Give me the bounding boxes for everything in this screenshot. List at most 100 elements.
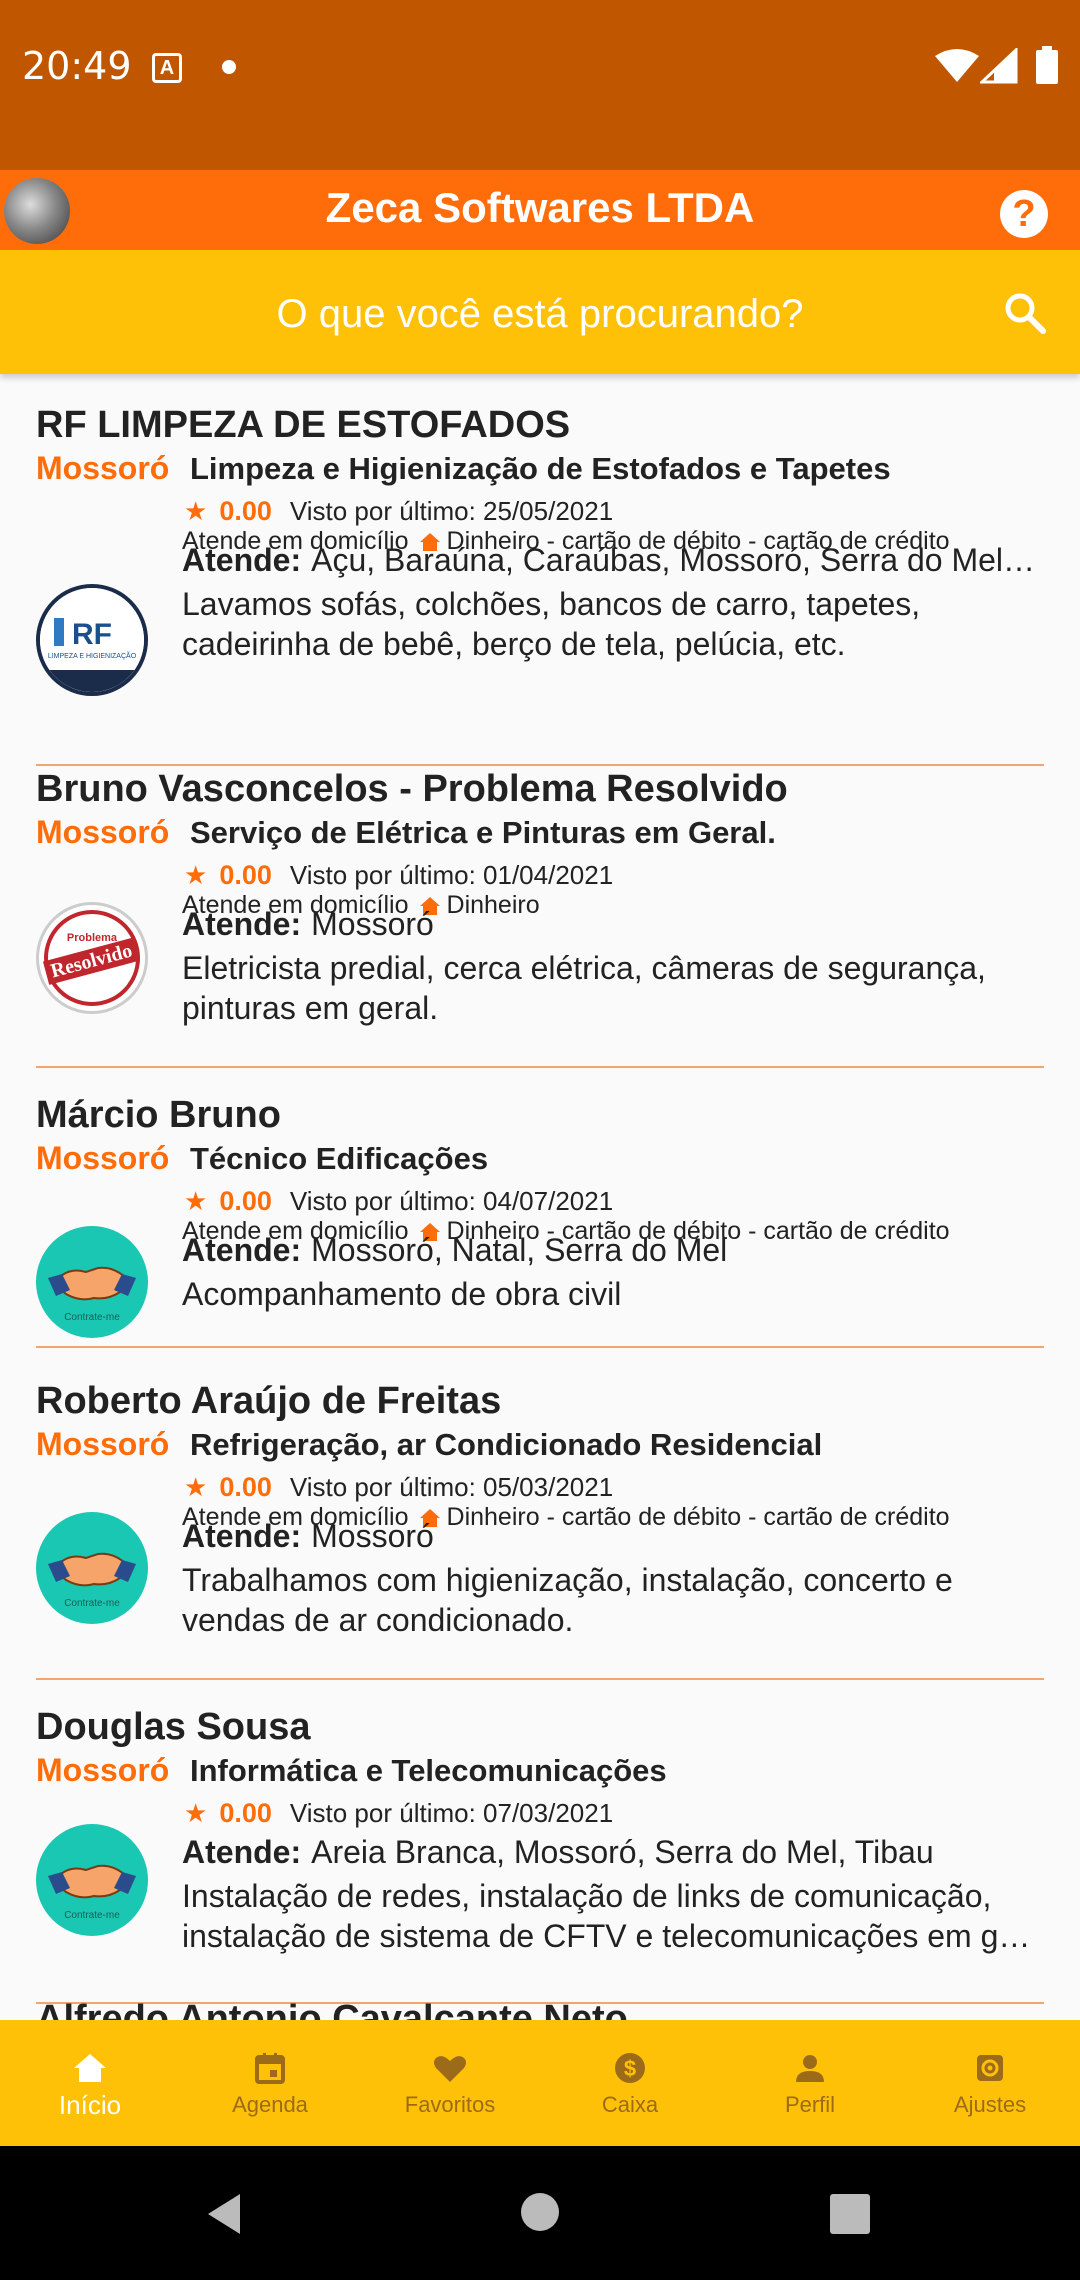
rating-row: ★ 0.00 Visto por último: 25/05/2021	[184, 496, 613, 526]
list-item[interactable]: Roberto Araújo de Freitas Mossoró Refrig…	[36, 1380, 1044, 1680]
provider-logo: RF LIMPEZA E HIGIENIZAÇÃO	[36, 584, 148, 696]
service-area-value: Areia Branca, Mossoró, Serra do Mel, Tib…	[311, 1834, 934, 1870]
notification-dot-icon	[222, 60, 236, 74]
star-icon: ★	[184, 860, 208, 890]
provider-name-partial[interactable]: Alfredo Antonio Cavalcante Neto	[36, 1998, 628, 2020]
heart-icon	[434, 2056, 466, 2082]
provider-description-line-1: Instalação de redes, instalação de links…	[182, 1878, 992, 1914]
status-bar: 20:49 A	[0, 0, 1080, 170]
last-seen: Visto por último: 05/03/2021	[289, 1472, 614, 1502]
nav-caixa[interactable]: $ Caixa	[540, 2020, 720, 2146]
star-icon: ★	[184, 1472, 208, 1502]
svg-text:Contrate-me: Contrate-me	[64, 1910, 120, 1921]
provider-description-line-2: instalação de sistema de CFTV e telecomu…	[182, 1918, 1042, 1954]
service-area: Atende: Mossoró	[182, 906, 1042, 943]
nav-perfil[interactable]: Perfil	[720, 2020, 900, 2146]
provider-city: Mossoró	[36, 450, 170, 486]
svg-text:LIMPEZA E HIGIENIZAÇÃO: LIMPEZA E HIGIENIZAÇÃO	[48, 651, 137, 660]
provider-category: Informática e Telecomunicações	[190, 1753, 667, 1788]
provider-list[interactable]: RF LIMPEZA DE ESTOFADOS Mossoró Limpeza …	[0, 374, 1080, 2020]
service-area: Atende: Mossoró	[182, 1518, 1042, 1555]
bottom-navigation: Início Agenda Favoritos $ Caixa Perfil A…	[0, 2020, 1080, 2146]
service-area-value: Mossoró	[311, 1518, 434, 1554]
list-item[interactable]: Márcio Bruno Mossoró Técnico Edificações…	[36, 1094, 1044, 1348]
list-item[interactable]: Douglas Sousa Mossoró Informática e Tele…	[36, 1706, 1044, 2004]
nav-label: Caixa	[601, 2092, 659, 2117]
search-bar[interactable]: O que você está procurando?	[0, 250, 1080, 374]
settings-icon	[977, 2055, 1003, 2081]
nav-label: Início	[58, 2090, 122, 2120]
provider-name: Douglas Sousa	[36, 1706, 311, 1748]
star-icon: ★	[184, 1798, 208, 1828]
service-area-label: Atende:	[182, 1834, 302, 1870]
rating-value: 0.00	[219, 496, 272, 526]
provider-name: RF LIMPEZA DE ESTOFADOS	[36, 404, 571, 446]
wifi-icon	[935, 49, 979, 82]
star-icon: ★	[184, 1186, 208, 1216]
recents-icon[interactable]	[830, 2194, 870, 2234]
star-icon: ★	[184, 496, 208, 526]
nav-label: Agenda	[232, 2092, 308, 2117]
svg-text:Contrate-me: Contrate-me	[64, 1598, 120, 1609]
nav-ajustes[interactable]: Ajustes	[900, 2020, 1080, 2146]
last-seen: Visto por último: 25/05/2021	[289, 496, 614, 526]
service-area-label: Atende:	[182, 542, 302, 578]
svg-text:Contrate-me: Contrate-me	[64, 1312, 120, 1323]
provider-category: Refrigeração, ar Condicionado Residencia…	[190, 1427, 823, 1462]
app-bar: Zeca Softwares LTDA ?	[0, 170, 1080, 250]
nav-favoritos[interactable]: Favoritos	[360, 2020, 540, 2146]
service-area-value: Mossoró, Natal, Serra do Mel	[311, 1232, 728, 1268]
rating-value: 0.00	[219, 1472, 272, 1502]
rating-row: ★ 0.00 Visto por último: 07/03/2021	[184, 1798, 613, 1828]
provider-description: Trabalhamos com higienização, instalação…	[182, 1562, 953, 1638]
signal-icon	[980, 48, 1018, 84]
nav-inicio[interactable]: Início	[0, 2020, 180, 2146]
provider-name: Bruno Vasconcelos - Problema Resolvido	[36, 768, 788, 810]
help-icon[interactable]: ?	[1000, 190, 1048, 238]
service-area: Atende: Areia Branca, Mossoró, Serra do M…	[182, 1834, 1042, 1871]
service-area: Atende: Mossoró, Natal, Serra do Mel	[182, 1232, 1042, 1269]
service-area-label: Atende:	[182, 1518, 302, 1554]
nav-label: Ajustes	[953, 2092, 1027, 2117]
home-icon	[74, 2054, 106, 2082]
app-title: Zeca Softwares LTDA	[325, 184, 755, 231]
svg-text:$: $	[624, 2056, 636, 2081]
svg-text:Problema: Problema	[67, 932, 118, 944]
provider-description: Acompanhamento de obra civil	[182, 1276, 622, 1312]
search-icon[interactable]	[1004, 292, 1046, 334]
status-time: 20:49	[22, 44, 132, 88]
rf-logo-icon: RF LIMPEZA E HIGIENIZAÇÃO	[40, 588, 144, 692]
service-area: Atende: Açu, Baraúna, Caraúbas, Mossoró, …	[182, 542, 1042, 579]
nav-label: Favoritos	[404, 2092, 496, 2117]
service-area-value: Mossoró	[311, 906, 434, 942]
provider-city: Mossoró	[36, 814, 170, 850]
resolvido-logo-icon: Problema Resolvido	[42, 910, 140, 1006]
last-seen: Visto por último: 01/04/2021	[289, 860, 614, 890]
list-item[interactable]: RF LIMPEZA DE ESTOFADOS Mossoró Limpeza …	[36, 404, 1044, 766]
rating-row: ★ 0.00 Visto por último: 05/03/2021	[184, 1472, 613, 1502]
nav-agenda[interactable]: Agenda	[180, 2020, 360, 2146]
search-placeholder[interactable]: O que você está procurando?	[0, 292, 1080, 337]
provider-name: Márcio Bruno	[36, 1094, 281, 1136]
handshake-icon: Contrate-me	[48, 1552, 136, 1609]
person-icon	[796, 2055, 824, 2082]
service-area-value: Açu, Baraúna, Caraúbas, Mossoró, Serra d…	[311, 542, 1042, 578]
provider-city: Mossoró	[36, 1140, 170, 1176]
home-button-icon[interactable]	[520, 2192, 560, 2232]
handshake-icon: Contrate-me	[48, 1266, 136, 1323]
back-icon[interactable]	[204, 2192, 244, 2236]
rating-row: ★ 0.00 Visto por último: 04/07/2021	[184, 1186, 613, 1216]
nav-label: Perfil	[784, 2092, 836, 2117]
service-area-label: Atende:	[182, 906, 302, 942]
provider-description: Eletricista predial, cerca elétrica, câm…	[182, 950, 986, 1026]
list-item[interactable]: Bruno Vasconcelos - Problema Resolvido M…	[36, 768, 1044, 1068]
provider-city: Mossoró	[36, 1426, 170, 1462]
provider-category: Limpeza e Higienização de Estofados e Ta…	[190, 451, 891, 486]
provider-city: Mossoró	[36, 1752, 170, 1788]
provider-logo: Contrate-me	[36, 1226, 148, 1338]
dollar-icon: $	[615, 2053, 645, 2083]
rating-row: ★ 0.00 Visto por último: 01/04/2021	[184, 860, 613, 890]
provider-description: Lavamos sofás, colchões, bancos de carro…	[182, 586, 921, 662]
last-seen: Visto por último: 07/03/2021	[289, 1798, 614, 1828]
keyboard-notification-icon: A	[152, 53, 182, 83]
